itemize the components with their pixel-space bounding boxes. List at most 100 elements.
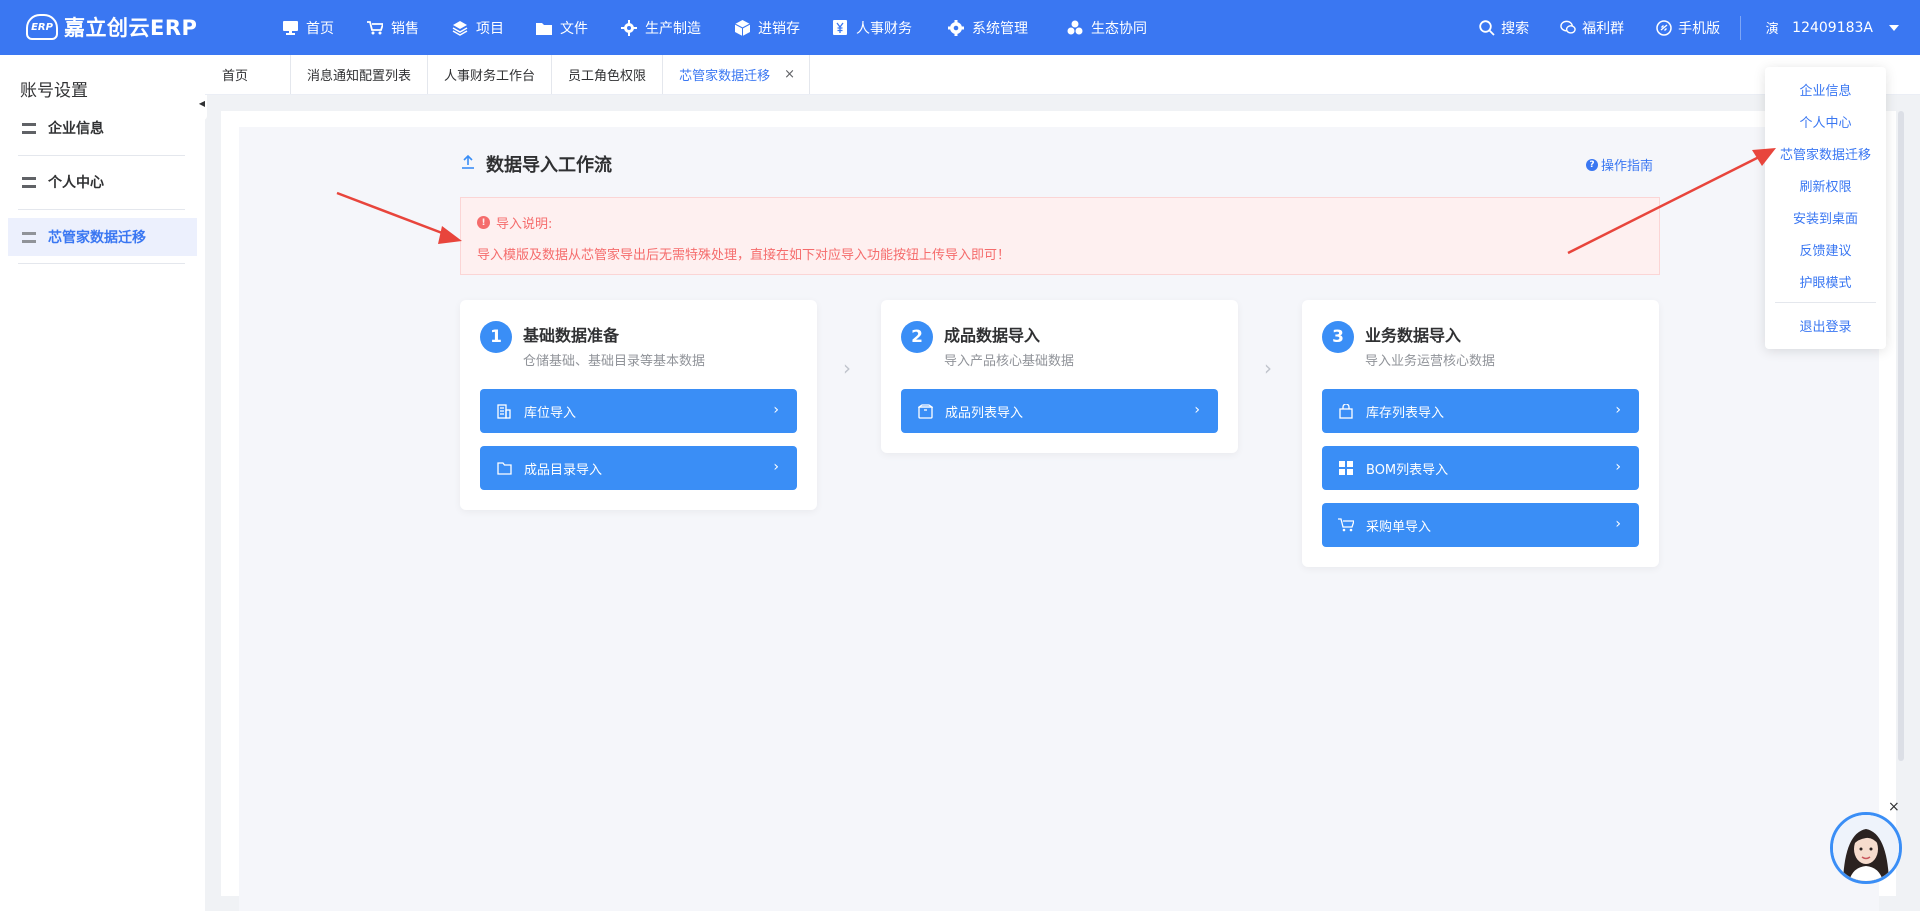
- user-menu-trigger[interactable]: 演 12409183A: [1761, 17, 1920, 39]
- sidebar-divider: [18, 155, 185, 156]
- nav-home-label: 首页: [306, 20, 334, 37]
- nav-hr-finance[interactable]: 人事财务: [832, 0, 912, 55]
- sidebar-divider: [18, 209, 185, 210]
- button-label: 成品列表导入: [945, 405, 1024, 421]
- top-right-divider: [1740, 15, 1742, 40]
- sidebar-item-personal-center[interactable]: 个人中心: [8, 163, 197, 201]
- avatar: 演: [1765, 22, 1779, 37]
- nav-inventory[interactable]: 进销存: [734, 0, 800, 55]
- step-title: 业务数据导入: [1365, 326, 1462, 345]
- settings-icon: [948, 19, 964, 36]
- search-button[interactable]: 搜索: [1479, 18, 1529, 38]
- chevron-right-icon: ›: [1194, 402, 1200, 418]
- tab-label: 员工角色权限: [568, 69, 647, 84]
- notice-text: 导入模版及数据从芯管家导出后无需特殊处理，直接在如下对应导入功能按钮上传导入即可…: [477, 248, 1011, 263]
- page-tabs: 首页 消息通知配置列表 人事财务工作台 员工角色权限 芯管家数据迁移 ×: [205, 55, 1920, 95]
- caret-down-icon: [1886, 20, 1902, 36]
- mobile-version-label: 手机版: [1678, 20, 1721, 37]
- step-title: 基础数据准备: [523, 326, 620, 345]
- welfare-group-button[interactable]: 福利群: [1560, 18, 1624, 38]
- tab-hr-finance-workbench[interactable]: 人事财务工作台: [428, 55, 553, 94]
- step-card-1: 1 基础数据准备 仓储基础、基础目录等基本数据 库位导入 › 成品目录导入 ›: [460, 300, 817, 510]
- mobile-version-button[interactable]: 手机版: [1656, 18, 1720, 38]
- step-arrow-icon: ›: [1264, 356, 1272, 380]
- menu-item-logout[interactable]: 退出登录: [1765, 316, 1886, 335]
- assistant-close-icon[interactable]: ×: [1888, 799, 1900, 815]
- building-icon: [496, 403, 512, 419]
- menu-item-eye-care-mode[interactable]: 护眼模式: [1765, 272, 1886, 291]
- menu-item-install-desktop[interactable]: 安装到桌面: [1765, 208, 1886, 227]
- package-icon: [917, 403, 933, 419]
- tab-data-migration[interactable]: 芯管家数据迁移 ×: [663, 55, 810, 94]
- menu-item-data-migration[interactable]: 芯管家数据迁移: [1765, 144, 1886, 163]
- import-notice: ! 导入说明: 导入模版及数据从芯管家导出后无需特殊处理，直接在如下对应导入功能…: [460, 197, 1660, 275]
- step-number: 1: [480, 321, 512, 353]
- nav-project-label: 项目: [476, 20, 504, 37]
- step-title: 成品数据导入: [944, 326, 1041, 345]
- menu-item-refresh-permissions[interactable]: 刷新权限: [1765, 176, 1886, 195]
- link-icon: [1656, 19, 1672, 36]
- inventory-list-import-button[interactable]: 库存列表导入 ›: [1322, 389, 1639, 433]
- button-label: 采购单导入: [1366, 519, 1432, 535]
- step-number: 3: [1322, 321, 1354, 353]
- button-label: 库存列表导入: [1366, 405, 1445, 421]
- chevron-right-icon: ›: [773, 402, 779, 418]
- nav-files[interactable]: 文件: [536, 0, 588, 55]
- nav-manufacturing[interactable]: 生产制造: [621, 0, 701, 55]
- menu-item-company-info[interactable]: 企业信息: [1765, 80, 1886, 99]
- nav-ecosystem-label: 生态协同: [1091, 20, 1147, 37]
- nav-home[interactable]: 首页: [282, 0, 334, 55]
- nav-project[interactable]: 项目: [452, 0, 504, 55]
- tab-home[interactable]: 首页: [205, 55, 292, 94]
- chevron-right-icon: ›: [1615, 459, 1621, 475]
- assistant-avatar[interactable]: [1830, 812, 1902, 884]
- erp-logo-icon: ERP: [26, 14, 58, 40]
- page-title: 数据导入工作流: [460, 151, 612, 177]
- tab-label: 消息通知配置列表: [307, 69, 412, 84]
- welfare-group-label: 福利群: [1582, 20, 1625, 37]
- app-name: 嘉立创云ERP: [64, 16, 198, 40]
- button-label: 成品目录导入: [524, 462, 603, 478]
- chevron-right-icon: ›: [1615, 402, 1621, 418]
- shopping-bag-icon: [1338, 403, 1354, 419]
- folder-icon: [536, 20, 552, 36]
- purchase-order-import-button[interactable]: 采购单导入 ›: [1322, 503, 1639, 547]
- product-catalog-import-button[interactable]: 成品目录导入 ›: [480, 446, 797, 490]
- bom-list-import-button[interactable]: BOM列表导入 ›: [1322, 446, 1639, 490]
- menu-item-personal-center[interactable]: 个人中心: [1765, 112, 1886, 131]
- menu-item-feedback[interactable]: 反馈建议: [1765, 240, 1886, 259]
- search-icon: [1479, 19, 1495, 36]
- close-icon[interactable]: ×: [784, 67, 795, 82]
- warning-icon: !: [477, 216, 490, 229]
- tab-employee-roles[interactable]: 员工角色权限: [552, 55, 664, 94]
- sidebar-item-company-info[interactable]: 企业信息: [8, 109, 197, 147]
- cluster-icon: [1067, 20, 1083, 36]
- tab-message-config[interactable]: 消息通知配置列表: [291, 55, 429, 94]
- tab-label: 人事财务工作台: [444, 69, 536, 84]
- chevron-right-icon: ›: [1615, 516, 1621, 532]
- tab-label: 首页: [222, 69, 249, 84]
- step-card-3: 3 业务数据导入 导入业务运营核心数据 库存列表导入 › BOM列表导入 › 采…: [1302, 300, 1659, 567]
- sidebar-item-label: 个人中心: [48, 175, 104, 191]
- product-list-import-button[interactable]: 成品列表导入 ›: [901, 389, 1218, 433]
- main-nav: 首页 销售 项目 文件 生产制造 进销存 人事财务 系统管理 生态协同: [278, 0, 1147, 55]
- location-import-button[interactable]: 库位导入 ›: [480, 389, 797, 433]
- user-dropdown-menu: 企业信息 个人中心 芯管家数据迁移 刷新权限 安装到桌面 反馈建议 护眼模式 退…: [1765, 67, 1886, 349]
- nav-inventory-label: 进销存: [758, 20, 800, 37]
- scrollbar[interactable]: [1898, 111, 1904, 761]
- nav-system[interactable]: 系统管理: [948, 0, 1028, 55]
- sidebar-item-data-migration[interactable]: 芯管家数据迁移: [8, 218, 197, 256]
- nav-ecosystem[interactable]: 生态协同: [1067, 0, 1147, 55]
- app-logo[interactable]: ERP 嘉立创云ERP: [26, 12, 197, 42]
- search-label: 搜索: [1501, 20, 1530, 37]
- tab-label: 芯管家数据迁移: [679, 69, 771, 84]
- gear-icon: [621, 19, 637, 36]
- nav-sales[interactable]: 销售: [367, 0, 419, 55]
- operation-guide-link[interactable]: ? 操作指南: [1586, 155, 1653, 174]
- nav-sales-label: 销售: [391, 20, 419, 37]
- sidebar-item-label: 企业信息: [48, 121, 104, 137]
- caret-left-icon: ◀: [198, 98, 206, 108]
- step-subtitle: 导入业务运营核心数据: [1365, 354, 1496, 369]
- top-bar: ERP 嘉立创云ERP 首页 销售 项目 文件 生产制造 进销存 人事财务 系统…: [0, 0, 1920, 55]
- notice-header: ! 导入说明:: [477, 213, 552, 232]
